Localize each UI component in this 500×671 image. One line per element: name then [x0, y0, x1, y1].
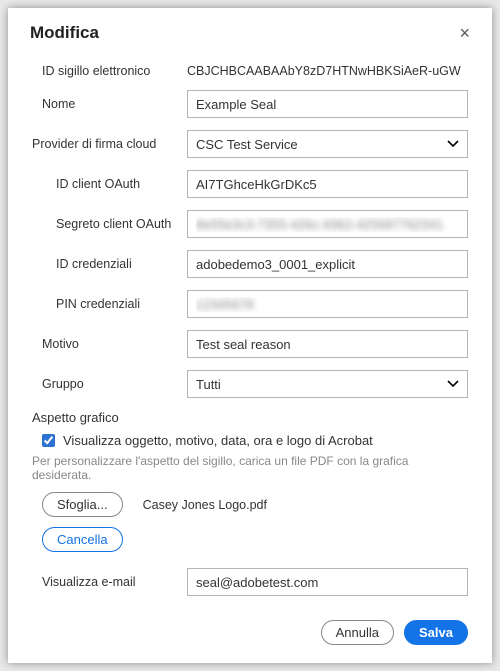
- appearance-help-text: Per personalizzare l'aspetto del sigillo…: [32, 454, 468, 482]
- appearance-section-title: Aspetto grafico: [32, 410, 468, 425]
- close-icon[interactable]: ×: [455, 22, 474, 44]
- uploaded-file-name: Casey Jones Logo.pdf: [143, 498, 267, 512]
- email-label: Visualizza e-mail: [42, 575, 187, 589]
- provider-select[interactable]: CSC Test Service: [187, 130, 468, 158]
- save-button[interactable]: Salva: [404, 620, 468, 645]
- group-select[interactable]: Tutti: [187, 370, 468, 398]
- cred-id-label: ID credenziali: [42, 257, 187, 271]
- reason-input[interactable]: [187, 330, 468, 358]
- show-attributes-checkbox[interactable]: [42, 434, 55, 447]
- group-label: Gruppo: [42, 377, 187, 391]
- dialog-header: Modifica ×: [8, 8, 492, 50]
- reason-label: Motivo: [42, 337, 187, 351]
- cred-pin-input[interactable]: [187, 290, 468, 318]
- clear-file-button[interactable]: Cancella: [42, 527, 123, 552]
- show-attributes-label: Visualizza oggetto, motivo, data, ora e …: [63, 433, 373, 448]
- oauth-secret-label: Segreto client OAuth: [42, 217, 187, 231]
- cred-id-input[interactable]: [187, 250, 468, 278]
- edit-seal-dialog: Modifica × ID sigillo elettronico CBJCHB…: [8, 8, 492, 663]
- dialog-body: ID sigillo elettronico CBJCHBCAABAAbY8zD…: [8, 50, 492, 663]
- dialog-title: Modifica: [30, 23, 99, 43]
- browse-button[interactable]: Sfoglia...: [42, 492, 123, 517]
- cred-pin-label: PIN credenziali: [42, 297, 187, 311]
- cancel-button[interactable]: Annulla: [321, 620, 394, 645]
- email-input[interactable]: [187, 568, 468, 596]
- seal-id-label: ID sigillo elettronico: [42, 64, 187, 78]
- name-label: Nome: [42, 97, 187, 111]
- oauth-id-label: ID client OAuth: [42, 177, 187, 191]
- oauth-secret-input[interactable]: [187, 210, 468, 238]
- provider-label: Provider di firma cloud: [32, 137, 187, 151]
- dialog-footer: Annulla Salva: [42, 608, 468, 645]
- oauth-id-input[interactable]: [187, 170, 468, 198]
- seal-id-value: CBJCHBCAABAAbY8zD7HTNwHBKSiAeR-uGW: [187, 64, 468, 78]
- name-input[interactable]: [187, 90, 468, 118]
